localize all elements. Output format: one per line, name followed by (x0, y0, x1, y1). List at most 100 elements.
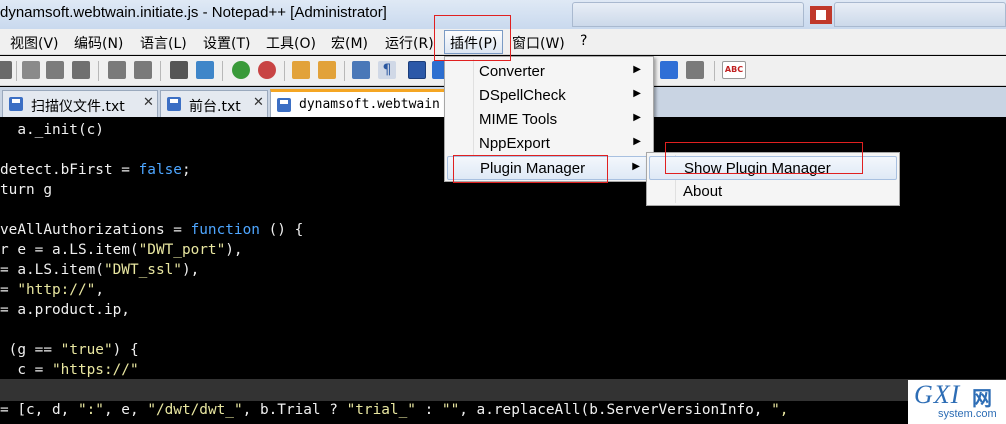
code-line[interactable]: = [c, d, ":", e, "/dwt/dwt_", b.Trial ? … (0, 400, 788, 420)
code-line[interactable]: = a.product.ip, (0, 300, 130, 320)
close-icon[interactable]: ✕ (253, 95, 264, 110)
code-text: (g == (0, 342, 61, 358)
code-string: "/dwt/dwt_" (147, 402, 243, 418)
code-line[interactable]: veAllAuthorizations = function () { (0, 220, 303, 240)
code-text: , e, (103, 402, 148, 418)
code-string: "" (441, 402, 460, 418)
annotation-box-plugins-menu (434, 15, 511, 61)
menu-item-label: DSpellCheck (479, 87, 566, 104)
menu-item-label: About (683, 183, 723, 200)
menu-item-dspellcheck[interactable]: DSpellCheck ▶ (447, 84, 651, 108)
playback-icon[interactable] (660, 61, 678, 79)
toolbar-separator (160, 61, 161, 81)
menu-window[interactable]: 窗口(W) (512, 33, 565, 53)
code-text: ) { (112, 342, 139, 358)
code-text: , b.Trial ? (242, 402, 347, 418)
code-string: ", (771, 402, 789, 418)
code-line[interactable]: turn g (0, 180, 52, 200)
menu-language[interactable]: 语言(L) (140, 33, 187, 53)
show-all-chars-icon[interactable]: ¶ (378, 61, 396, 79)
paste-icon[interactable] (72, 61, 90, 79)
window-title: dynamsoft.webtwain.initiate.js - Notepad… (0, 4, 387, 21)
watermark-text: 网 (972, 386, 992, 410)
submenu-arrow-icon: ▶ (633, 136, 641, 147)
code-text: = [c, d, (0, 402, 78, 418)
site-watermark-logo: GXI 网 system.com (908, 380, 1006, 424)
menu-item-label: NppExport (479, 135, 550, 152)
cut-icon[interactable] (22, 61, 40, 79)
tab-dynamsoft[interactable]: dynamsoft.webtwain (270, 89, 446, 117)
zoom-out-icon[interactable] (258, 61, 276, 79)
code-string: "true" (60, 342, 113, 358)
menu-item-nppexport[interactable]: NppExport ▶ (447, 132, 651, 156)
code-text: c = (0, 362, 52, 378)
annotation-box-show-plugin-manager (665, 142, 863, 174)
sync-vertical-icon[interactable] (292, 61, 310, 79)
menu-view[interactable]: 视图(V) (10, 33, 59, 53)
code-line[interactable]: (g == "true") { (0, 340, 139, 360)
code-text: detect.bFirst = (0, 162, 139, 178)
background-window-tab[interactable] (834, 2, 1006, 27)
code-text: = (0, 282, 18, 298)
copy-icon[interactable] (46, 61, 64, 79)
tab-label: 前台.txt (189, 99, 241, 115)
code-text: , (95, 282, 104, 298)
code-line[interactable]: r e = a.LS.item("DWT_port"), (0, 240, 243, 260)
toolbar-separator (222, 61, 223, 81)
code-string: ":" (77, 402, 104, 418)
zoom-in-icon[interactable] (232, 61, 250, 79)
background-window-tab[interactable] (572, 2, 804, 27)
code-line[interactable]: = a.LS.item("DWT_ssl"), (0, 260, 199, 280)
menu-help[interactable]: ? (580, 33, 587, 49)
code-text: () { (259, 222, 304, 238)
code-string: "trial_" (346, 402, 416, 418)
saved-file-icon (277, 98, 291, 112)
watermark-text: GXI (914, 380, 961, 409)
close-icon[interactable]: ✕ (143, 95, 154, 110)
redo-icon[interactable] (134, 61, 152, 79)
menu-tools[interactable]: 工具(O) (266, 33, 316, 53)
watermark-text: system.com (938, 408, 997, 420)
submenu-arrow-icon: ▶ (633, 64, 641, 75)
code-text: : (415, 402, 442, 418)
menu-settings[interactable]: 设置(T) (203, 33, 250, 53)
code-line[interactable]: = "http://", (0, 280, 104, 300)
submenu-arrow-icon: ▶ (633, 112, 641, 123)
menu-macro[interactable]: 宏(M) (331, 33, 368, 53)
code-text: , a.replaceAll(b.ServerVersionInfo, (459, 402, 772, 418)
tab-scanner-file[interactable]: 扫描仪文件.txt ✕ (2, 90, 158, 117)
code-line[interactable]: c = "https://" (0, 360, 138, 380)
code-text: = a.product.ip, (0, 302, 130, 318)
word-wrap-icon[interactable] (352, 61, 370, 79)
code-string: "DWT_port" (138, 242, 226, 258)
background-app-icon (810, 6, 832, 24)
menu-run[interactable]: 运行(R) (385, 33, 434, 53)
menu-item-about[interactable]: About (649, 180, 897, 204)
sync-horizontal-icon[interactable] (318, 61, 336, 79)
replace-icon[interactable] (196, 61, 214, 79)
saved-file-icon (167, 97, 181, 111)
indent-guide-icon[interactable] (408, 61, 426, 79)
toolbar-separator (16, 61, 17, 81)
code-keyword: function (190, 222, 260, 238)
toolbar-icon[interactable] (0, 61, 12, 79)
menu-encoding[interactable]: 编码(N) (74, 33, 123, 53)
code-string: "http://" (17, 282, 96, 298)
code-line[interactable]: a._init(c) (0, 120, 104, 140)
undo-icon[interactable] (108, 61, 126, 79)
toolbar-separator (344, 61, 345, 81)
annotation-box-plugin-manager (453, 155, 608, 183)
menu-item-converter[interactable]: Converter ▶ (447, 60, 651, 84)
toolbar-separator (714, 61, 715, 81)
save-macro-icon[interactable] (686, 61, 704, 79)
code-text: veAllAuthorizations = (0, 222, 191, 238)
menu-item-label: MIME Tools (479, 111, 558, 128)
code-line[interactable]: detect.bFirst = false; (0, 160, 191, 180)
find-icon[interactable] (170, 61, 188, 79)
tab-frontend[interactable]: 前台.txt ✕ (160, 90, 268, 117)
code-text: ; (181, 162, 191, 178)
menu-item-mime-tools[interactable]: MIME Tools ▶ (447, 108, 651, 132)
toolbar-separator (284, 61, 285, 81)
code-keyword: false (138, 162, 182, 178)
spellcheck-icon[interactable]: ABC (722, 61, 746, 79)
